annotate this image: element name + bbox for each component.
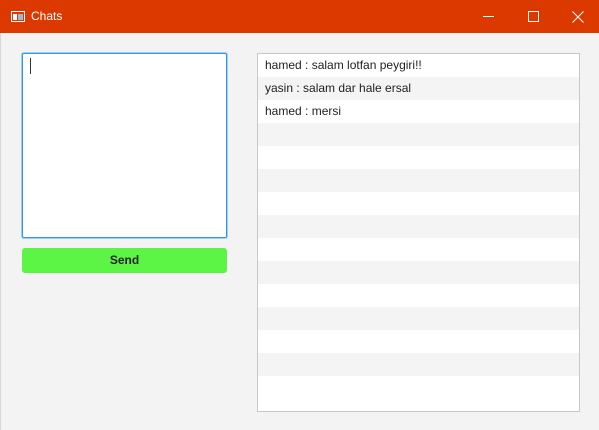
close-icon [572,11,584,23]
chat-empty-row [258,307,579,330]
chat-empty-row [258,261,579,284]
text-caret [30,58,31,74]
chat-empty-row [258,238,579,261]
chat-empty-row [258,169,579,192]
message-input[interactable] [22,53,227,238]
chat-empty-row [258,192,579,215]
chat-list[interactable]: hamed : salam lotfan peygiri!! yasin : s… [257,53,580,412]
chat-message-row[interactable]: yasin : salam dar hale ersal [258,77,579,100]
chat-empty-row [258,215,579,238]
chat-message-row[interactable]: hamed : mersi [258,100,579,123]
chat-empty-row [258,330,579,353]
send-button[interactable]: Send [22,248,227,273]
chat-empty-row [258,353,579,376]
maximize-button[interactable] [510,0,556,33]
chat-message-row[interactable]: hamed : salam lotfan peygiri!! [258,54,579,77]
close-button[interactable] [555,0,599,33]
window-app-icon [11,11,25,22]
window-title: Chats [31,9,63,23]
window-left-edge [0,33,1,430]
minimize-icon [483,16,494,17]
chat-empty-row [258,146,579,169]
minimize-button[interactable] [465,0,511,33]
chat-empty-row [258,123,579,146]
title-bar: Chats [0,0,599,33]
chat-empty-row [258,284,579,307]
chat-empty-row [258,376,579,399]
maximize-icon [528,11,539,22]
